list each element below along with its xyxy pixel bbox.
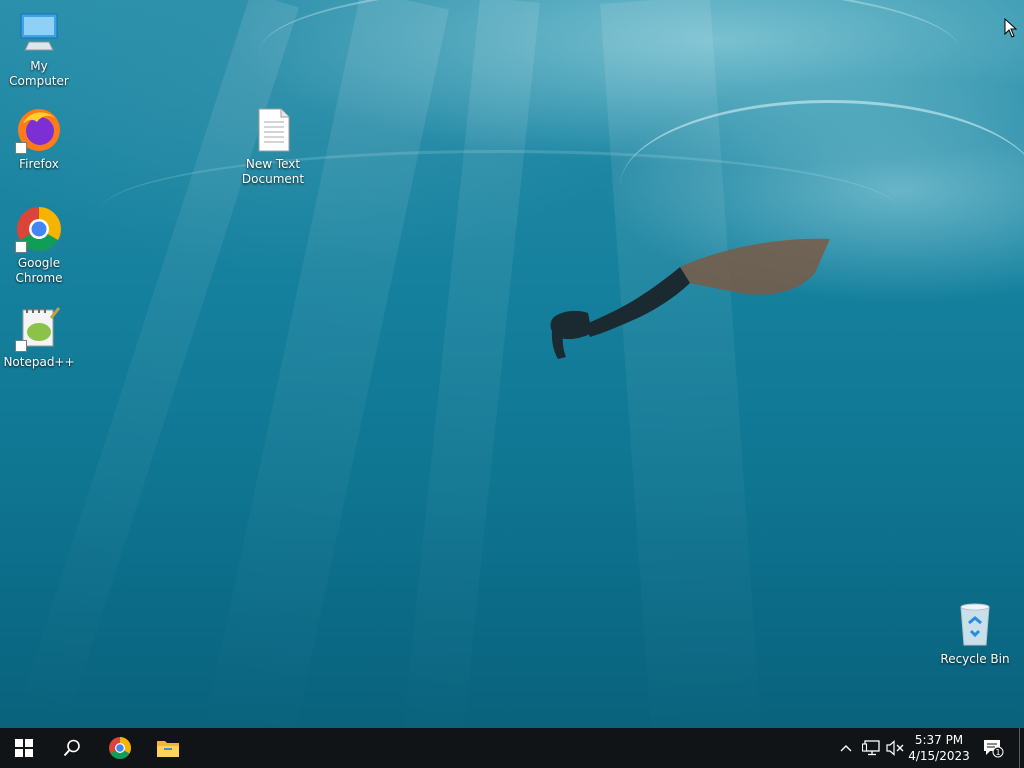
chevron-up-icon [840, 745, 852, 752]
shortcut-arrow-icon [15, 241, 27, 253]
mouse-cursor-icon [1004, 18, 1018, 38]
search-icon [63, 739, 80, 757]
action-center-icon: 1 [984, 740, 1004, 758]
desktop-icon-firefox[interactable]: Firefox [1, 106, 77, 172]
chrome-icon [109, 737, 131, 759]
network-button[interactable] [860, 728, 882, 768]
diver-silhouette [550, 238, 830, 359]
network-icon [862, 740, 880, 756]
notepad-plus-plus-icon [15, 304, 63, 352]
shortcut-arrow-icon [15, 340, 27, 352]
windows-start-icon [15, 739, 33, 757]
show-desktop-button[interactable] [1019, 728, 1020, 768]
chrome-icon [15, 205, 63, 253]
taskbar-file-explorer-button[interactable] [144, 728, 192, 768]
start-button[interactable] [0, 728, 48, 768]
firefox-icon [15, 106, 63, 154]
desktop-icon-label: New Text Document [241, 157, 305, 186]
desktop-icon-label: Recycle Bin [940, 652, 1010, 666]
show-hidden-icons-button[interactable] [836, 728, 856, 768]
desktop-icon-my-computer[interactable]: My Computer [1, 8, 77, 89]
desktop-icon-recycle-bin[interactable]: Recycle Bin [937, 601, 1013, 667]
search-button[interactable] [48, 728, 96, 768]
text-document-icon [249, 106, 297, 154]
computer-icon [15, 8, 63, 56]
file-explorer-icon [157, 741, 179, 757]
taskbar: 5:37 PM 4/15/2023 1 [0, 728, 1024, 768]
system-clock[interactable]: 5:37 PM 4/15/2023 [908, 728, 970, 768]
clock-date: 4/15/2023 [908, 749, 970, 763]
desktop-icon-new-text-document[interactable]: New Text Document [235, 106, 311, 187]
desktop-icon-label: My Computer [9, 59, 69, 88]
clock-time: 5:37 PM [914, 733, 964, 747]
desktop-icon-google-chrome[interactable]: Google Chrome [1, 205, 77, 286]
desktop-icon-label: Firefox [19, 157, 59, 171]
action-center-button[interactable]: 1 [978, 728, 1008, 768]
notification-count: 1 [995, 748, 1000, 757]
desktop-icon-label: Notepad++ [3, 355, 75, 369]
taskbar-chrome-button[interactable] [96, 728, 144, 768]
volume-muted-icon [886, 740, 904, 756]
desktop-wallpaper[interactable]: My Computer Firefox Google Chrome Notepa… [0, 0, 1024, 728]
recycle-bin-icon [951, 601, 999, 649]
desktop-icon-label: Google Chrome [15, 256, 63, 285]
volume-button[interactable] [884, 728, 906, 768]
desktop-icon-notepad-plus-plus[interactable]: Notepad++ [1, 304, 77, 370]
shortcut-arrow-icon [15, 142, 27, 154]
